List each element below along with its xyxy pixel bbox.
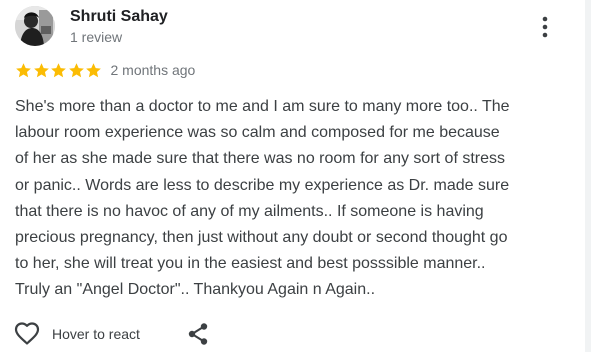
react-button[interactable]: Hover to react	[14, 320, 140, 348]
star-icon	[51, 62, 66, 77]
star-icon	[16, 62, 31, 77]
star-rating	[15, 62, 103, 79]
star-icon	[68, 62, 84, 77]
star-icon	[86, 62, 101, 77]
share-button[interactable]	[185, 321, 211, 347]
review-date: 2 months ago	[110, 62, 196, 78]
heart-outline-icon	[14, 322, 40, 345]
scrollbar-track[interactable]	[585, 0, 591, 352]
profile-photo-icon	[15, 6, 55, 46]
review-text: She's more than a doctor to me and I am …	[15, 98, 510, 299]
rating-row: 2 months ago	[15, 60, 195, 80]
more-vertical-icon	[542, 16, 548, 38]
reviewer-review-count: 1 review	[70, 29, 123, 45]
react-label: Hover to react	[52, 326, 140, 342]
share-icon	[188, 323, 208, 345]
reviewer-avatar[interactable]	[15, 6, 55, 46]
star-icon	[33, 62, 49, 77]
reviewer-name[interactable]: Shruti Sahay	[70, 8, 168, 26]
more-options-button[interactable]	[532, 12, 558, 42]
review-card: Shruti Sahay 1 review 2 months ago She's…	[0, 0, 591, 352]
